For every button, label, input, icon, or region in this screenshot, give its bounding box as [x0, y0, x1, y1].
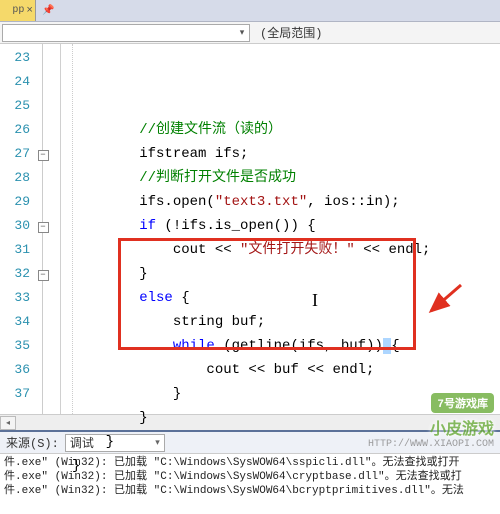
fold-slot [34, 94, 52, 118]
code-line[interactable]: //创建文件流（读的） [72, 118, 500, 142]
line-number-gutter: 232425262728293031323334353637 [0, 44, 34, 414]
code-line[interactable]: //判断打开文件是否成功 [72, 166, 500, 190]
fold-minus-icon[interactable]: − [38, 270, 49, 281]
fold-minus-icon[interactable]: − [38, 150, 49, 161]
scroll-left-icon[interactable]: ◂ [0, 416, 16, 430]
code-line[interactable]: if (!ifs.is_open()) { [72, 214, 500, 238]
line-number: 37 [0, 382, 30, 406]
code-line[interactable]: } [72, 262, 500, 286]
code-line[interactable]: } [72, 454, 500, 478]
code-line[interactable]: } [72, 430, 500, 454]
fold-slot [34, 46, 52, 70]
file-tab[interactable]: pp × [0, 0, 36, 21]
code-line[interactable]: else { [72, 286, 500, 310]
text-cursor-icon: I [312, 290, 318, 311]
line-number: 28 [0, 166, 30, 190]
fold-slot [34, 358, 52, 382]
fold-slot [34, 70, 52, 94]
output-source-label: 来源(S): [6, 434, 59, 451]
scope-label: (全局范围) [260, 24, 322, 41]
line-number: 32 [0, 262, 30, 286]
line-number: 29 [0, 190, 30, 214]
fold-slot [34, 382, 52, 406]
line-number: 26 [0, 118, 30, 142]
line-number: 24 [0, 70, 30, 94]
fold-slot [34, 166, 52, 190]
scope-bar: ▾ (全局范围) [0, 22, 500, 44]
fold-slot[interactable]: − [34, 142, 52, 166]
code-line[interactable]: } [72, 406, 500, 430]
output-line: 件.exe" (Win32): 已加载 "C:\Windows\SysWOW64… [4, 484, 496, 498]
fold-slot[interactable]: − [34, 214, 52, 238]
fold-slot [34, 238, 52, 262]
line-number: 36 [0, 358, 30, 382]
fold-slot [34, 118, 52, 142]
code-line[interactable]: while (getline(ifs, buf)) { [72, 334, 500, 358]
code-editor[interactable]: 232425262728293031323334353637 − − − //创建文… [0, 44, 500, 414]
line-number: 27 [0, 142, 30, 166]
code-line[interactable]: ifstream ifs; [72, 142, 500, 166]
fold-column[interactable]: − − − [34, 44, 52, 414]
code-line[interactable]: ifs.open("text3.txt", ios::in); [72, 190, 500, 214]
fold-slot [34, 334, 52, 358]
code-line[interactable]: string buf; [72, 310, 500, 334]
line-number: 35 [0, 334, 30, 358]
scope-dropdown-left[interactable]: ▾ [2, 24, 250, 42]
code-line[interactable]: cout << "文件打开失败！" << endl; [72, 238, 500, 262]
fold-minus-icon[interactable]: − [38, 222, 49, 233]
code-line[interactable]: cout << buf << endl; [72, 358, 500, 382]
fold-slot [34, 190, 52, 214]
chevron-down-icon: ▾ [235, 28, 249, 38]
fold-slot [34, 286, 52, 310]
fold-slot [34, 310, 52, 334]
line-number: 31 [0, 238, 30, 262]
fold-slot[interactable]: − [34, 262, 52, 286]
margin-column [52, 44, 72, 414]
code-line[interactable]: } [72, 382, 500, 406]
line-number: 23 [0, 46, 30, 70]
line-number: 25 [0, 94, 30, 118]
tab-strip: pp × 📌 [0, 0, 500, 22]
line-number: 34 [0, 310, 30, 334]
code-area[interactable]: //创建文件流（读的） ifstream ifs; //判断打开文件是否成功 i… [72, 44, 500, 414]
line-number: 30 [0, 214, 30, 238]
close-icon[interactable]: × [26, 5, 33, 17]
tab-suffix: pp [12, 5, 24, 16]
pin-icon[interactable]: 📌 [42, 5, 54, 17]
line-number: 33 [0, 286, 30, 310]
